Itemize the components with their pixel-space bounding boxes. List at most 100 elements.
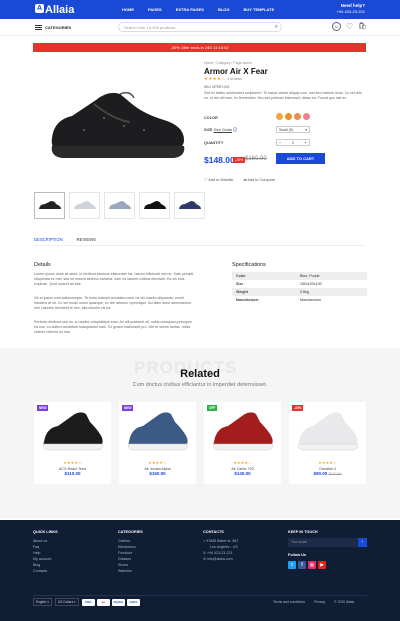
terms-link[interactable]: Terms and conditions — [273, 600, 305, 604]
sku: SKU: MTKRY-001 — [204, 85, 230, 89]
details-heading: Details — [34, 262, 51, 268]
facebook-icon[interactable]: f — [298, 561, 306, 569]
rating-stars: ★★★★☆ — [148, 461, 167, 465]
add-to-wishlist-link[interactable]: ♡ Add to Wishlist — [204, 177, 233, 182]
shoe-thumb — [38, 200, 61, 209]
help-box[interactable]: Need help? +94 423-23-221 — [337, 3, 365, 15]
email-address: info@allaia.com — [207, 557, 233, 561]
categories-button[interactable]: CATEGORIES — [35, 25, 71, 30]
cart-icon[interactable]: 🛍 — [358, 22, 367, 31]
nav-blog[interactable]: BLOG — [218, 7, 230, 12]
quantity-stepper[interactable]: − 1 + — [276, 139, 310, 146]
shoe-thumb — [108, 200, 131, 209]
price: $148.00 — [204, 155, 235, 165]
spec-key: Weight — [236, 290, 248, 294]
logo[interactable]: A Allaia — [35, 4, 74, 16]
nav-buy-template[interactable]: BUY TEMPLATE — [244, 7, 275, 12]
quick-links-title: QUICK LINKS — [33, 530, 58, 534]
add-to-cart-button[interactable]: ADD TO CART — [276, 153, 325, 164]
search-input[interactable]: Search over 10.000 products ⌕ — [118, 22, 282, 32]
spec-value: 150x100x100 — [300, 282, 322, 286]
footer-categories: CATEGORIES Clothes Electronics Furniture… — [118, 530, 143, 574]
quantity-value: 1 — [291, 140, 295, 145]
thumbnail[interactable] — [104, 192, 135, 219]
product-badge: -30% — [292, 405, 304, 411]
footer-link[interactable]: Watches — [118, 568, 143, 574]
color-swatch[interactable] — [276, 113, 283, 120]
price-value: $140.00 — [234, 471, 251, 476]
main-product-image[interactable] — [34, 60, 198, 186]
product-badge: OFF — [207, 405, 218, 411]
submit-arrow-icon[interactable]: › — [358, 538, 367, 547]
thumbnail[interactable] — [174, 192, 205, 219]
product-price: $110.00 — [34, 471, 111, 476]
hamburger-icon — [35, 25, 42, 30]
categories-label: CATEGORIES — [45, 25, 72, 30]
color-swatch[interactable] — [303, 113, 310, 120]
thumbnail[interactable] — [34, 192, 65, 219]
nav-pages[interactable]: PAGES — [148, 7, 162, 12]
old-price: $160.00 — [245, 156, 267, 162]
address-line: 97845 Baker st. 567 — [206, 539, 239, 543]
product-card[interactable]: NEW ★★★★☆ ACG React Terra $110.00 — [34, 402, 111, 484]
nav-extra-pages[interactable]: EXTRA PAGES — [176, 7, 204, 12]
contacts-title: CONTACTS — [203, 530, 224, 534]
spec-key: Color — [236, 274, 246, 278]
footer-bottom-left: English ▾ US Dollars ▾ VISA ●● PayPal AMEX — [33, 598, 142, 606]
twitter-icon[interactable]: t — [288, 561, 296, 569]
product-card[interactable]: NEW ★★★★☆ Air Jordan Alpha $150.00 — [119, 402, 196, 484]
paypal-icon: PayPal — [111, 598, 125, 606]
size-value: Small (S) — [279, 128, 294, 132]
brand-name: Allaia — [45, 4, 75, 16]
product-description: Sed ex labitur adolescens scriptorem. Te… — [204, 91, 362, 100]
product-card[interactable]: -30% ★★★★☆ Oneaktn 4 $90.00 $170.00 — [289, 402, 366, 484]
shoe-thumb — [178, 200, 201, 209]
table-row: Color Blue, Purple — [232, 272, 367, 280]
nav-home[interactable]: HOME — [122, 7, 134, 12]
heart-icon[interactable]: ♡ — [345, 22, 354, 31]
product-card[interactable]: OFF ★★★★☆ Air Carter 720 $140.00 — [204, 402, 281, 484]
home-icon: ⌂ — [203, 539, 206, 543]
product-price: $150.00 — [119, 471, 196, 476]
mail-icon: ✉ — [203, 557, 207, 561]
breadcrumb: Home / Category / Page active — [204, 61, 252, 65]
discount-badge: -20% — [233, 157, 246, 163]
language-value: English — [36, 600, 47, 604]
privacy-link[interactable]: Privacy — [314, 600, 325, 604]
price-value: $150.00 — [149, 471, 166, 476]
rating-stars: ★★★★☆ — [318, 461, 337, 465]
add-to-compare-link[interactable]: ⇄ Add to Compare — [243, 177, 275, 182]
main-nav: HOME PAGES EXTRA PAGES BLOG BUY TEMPLATE — [122, 7, 274, 12]
search-icon[interactable]: ⌕ — [275, 24, 278, 31]
thumbnail[interactable] — [69, 192, 100, 219]
size-select[interactable]: Small (S) ▾ — [276, 126, 310, 133]
language-select[interactable]: English ▾ — [33, 598, 52, 606]
categories-title: CATEGORIES — [118, 530, 143, 534]
youtube-icon[interactable]: ▶ — [318, 561, 326, 569]
footer-link[interactable]: Contacts — [33, 568, 58, 574]
newsletter-email-input[interactable]: Your email — [288, 538, 358, 547]
thumbnail[interactable] — [139, 192, 170, 219]
old-price: $170.00 — [328, 472, 342, 476]
details-paragraph: Lorem ipsum dolor sit amet, in eleifend … — [34, 272, 194, 286]
plus-icon[interactable]: + — [305, 140, 307, 145]
spec-key: Size — [236, 282, 244, 286]
instagram-icon[interactable]: ◎ — [308, 561, 316, 569]
minus-icon[interactable]: − — [279, 140, 281, 145]
user-icon[interactable]: ☺ — [332, 22, 341, 31]
currency-select[interactable]: US Dollars ▾ — [54, 598, 79, 606]
email[interactable]: ✉ info@allaia.com — [203, 556, 238, 562]
color-swatch[interactable] — [285, 113, 292, 120]
color-swatch[interactable] — [294, 113, 301, 120]
size-guide-link[interactable]: Size Guide — [214, 128, 233, 132]
shoe-thumb — [143, 200, 166, 209]
quantity-label: QUANTITY — [204, 141, 224, 145]
follow-us-title: Follow Us — [288, 553, 306, 557]
rating-count[interactable]: 4 reviews — [227, 77, 242, 81]
product-actions: ♡ Add to Wishlist ⇄ Add to Compare — [204, 177, 275, 182]
help-title: Need help? — [340, 3, 365, 8]
amex-icon: AMEX — [126, 598, 140, 606]
compare-label: Add to Compare — [247, 178, 276, 182]
color-swatches — [276, 113, 312, 122]
info-icon: ⓘ — [233, 128, 237, 132]
